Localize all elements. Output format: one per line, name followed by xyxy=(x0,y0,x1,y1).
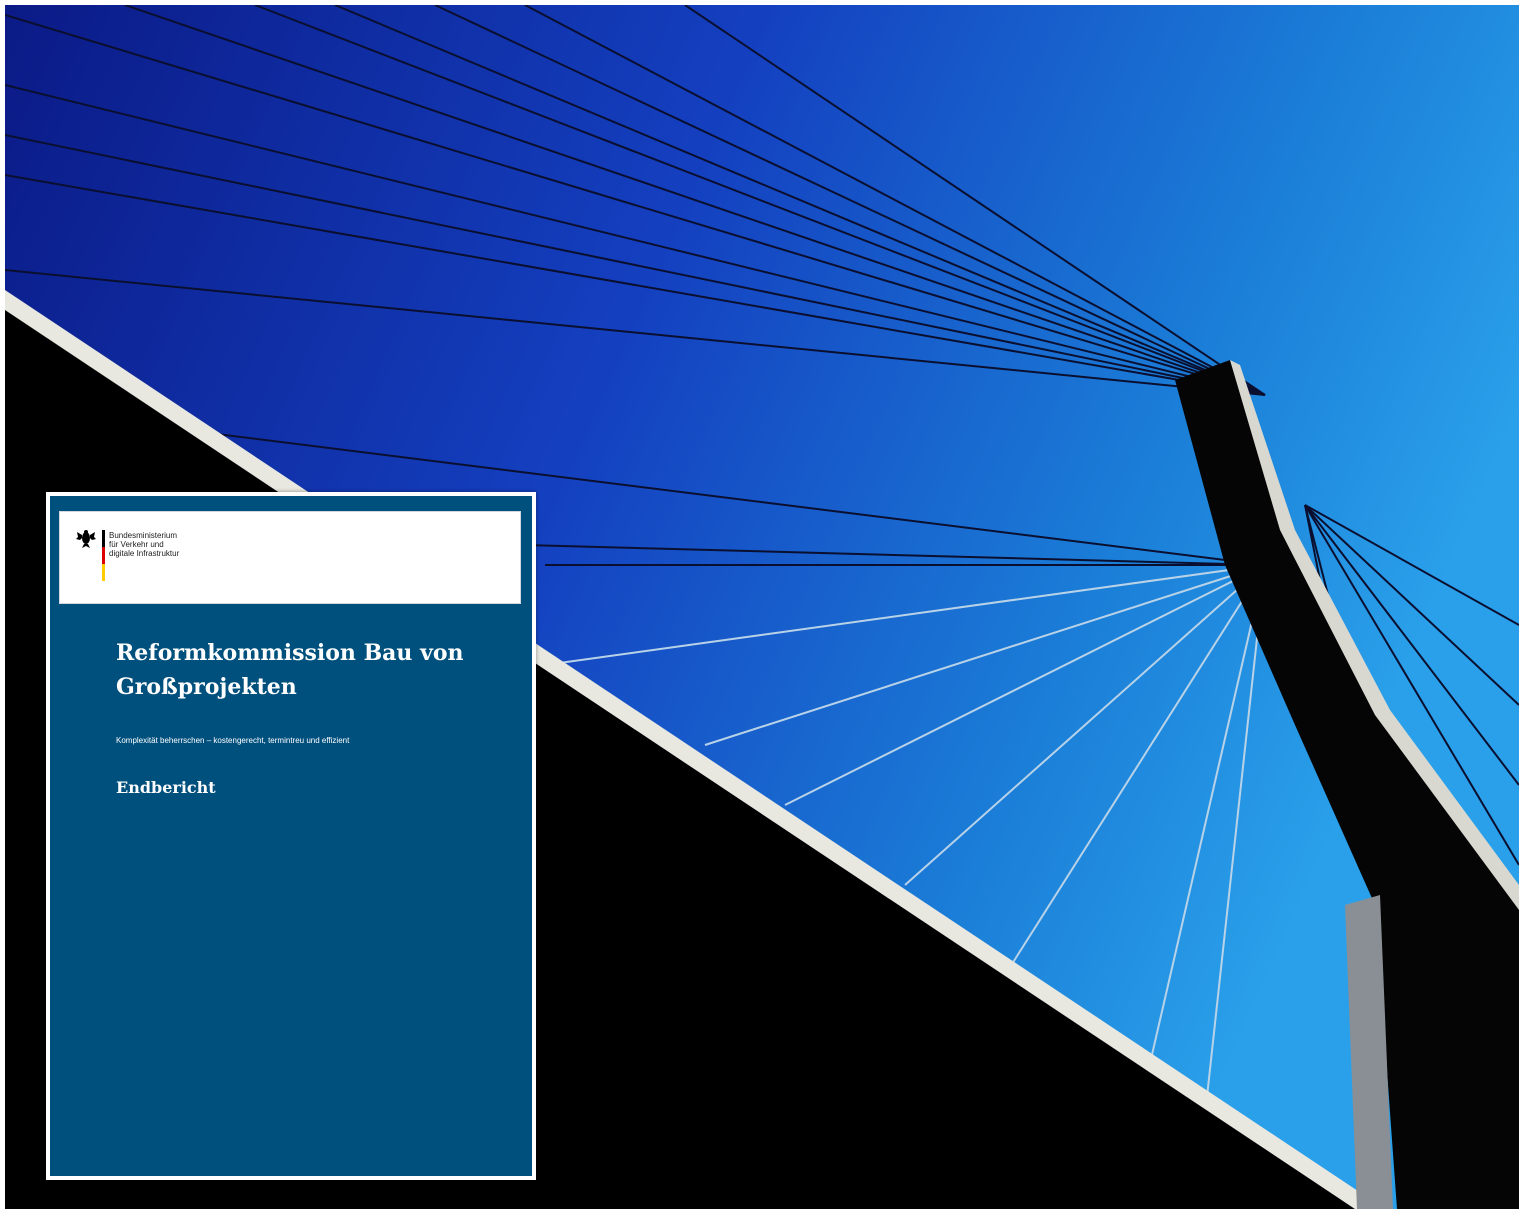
flag-red xyxy=(102,547,105,564)
report-title: Reformkommission Bau von Großprojekten xyxy=(116,636,496,704)
german-flag-bar xyxy=(102,530,105,581)
report-type-label: Endbericht xyxy=(116,778,216,797)
ministry-name: Bundesministerium für Verkehr und digita… xyxy=(109,531,179,558)
flag-black xyxy=(102,530,105,547)
federal-eagle-icon xyxy=(76,530,96,548)
report-subtitle: Komplexität beherrschen – kostengerecht,… xyxy=(116,736,350,745)
title-line: Großprojekten xyxy=(116,674,297,700)
report-cover: Bundesministerium für Verkehr und digita… xyxy=(46,492,536,1180)
ministry-line: für Verkehr und xyxy=(109,540,164,549)
flag-gold xyxy=(102,564,105,581)
title-line: Reformkommission Bau von xyxy=(116,640,464,666)
ministry-logo-box: Bundesministerium für Verkehr und digita… xyxy=(59,511,521,604)
ministry-line: digitale Infrastruktur xyxy=(109,549,180,558)
ministry-line: Bundesministerium xyxy=(109,531,178,540)
